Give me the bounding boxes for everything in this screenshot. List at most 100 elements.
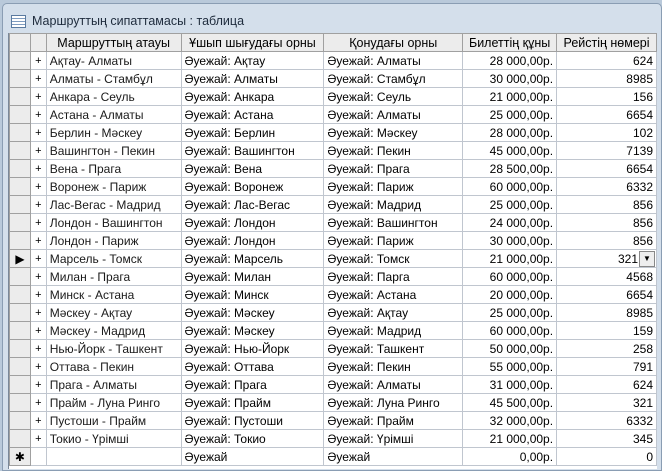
price-cell[interactable]: 30 000,00р. [462,69,558,88]
flight-number-cell[interactable]: 6654 [556,285,657,304]
expand-button[interactable]: + [29,303,47,322]
arrival-cell[interactable]: Әуежай: Париж [323,177,464,196]
arrival-cell[interactable]: Әуежай: Мадрид [323,321,464,340]
new-record-cell[interactable]: Әуежай [323,447,464,466]
route-name-cell[interactable]: Токио - Үрімші [45,429,182,448]
new-record-cell[interactable]: Әуежай [180,447,325,466]
table-row[interactable]: + Вена - Прага Әуежай: Вена Әуежай: Прага 28… [9,159,657,178]
price-cell[interactable]: 21 000,00р. [462,87,558,106]
flight-number-cell[interactable]: 159 [556,321,657,340]
departure-cell[interactable]: Әуежай: Лас-Вегас [180,195,325,214]
price-cell[interactable]: 30 000,00р. [462,231,558,250]
expand-button[interactable]: + [29,249,47,268]
price-cell[interactable]: 60 000,00р. [462,267,558,286]
new-record-row[interactable]: ✱ Әуежай Әуежай 0,00р. 0 [9,447,657,466]
row-selector[interactable] [9,411,31,430]
route-name-cell[interactable]: Вена - Прага [45,159,182,178]
price-cell[interactable]: 60 000,00р. [462,321,558,340]
price-cell[interactable]: 45 500,00р. [462,393,558,412]
flight-number-cell[interactable]: 8985 [556,303,657,322]
row-selector[interactable] [9,195,31,214]
expand-button[interactable]: + [29,123,47,142]
price-cell[interactable]: 21 000,00р. [462,249,558,268]
arrival-cell[interactable]: Әуежай: Пекин [323,357,464,376]
route-name-cell[interactable]: Алматы - Стамбұл [45,69,182,88]
price-cell[interactable]: 24 000,00р. [462,213,558,232]
flight-number-cell[interactable]: 856 [556,195,657,214]
expand-button[interactable]: + [29,105,47,124]
row-selector[interactable] [9,105,31,124]
column-header[interactable]: Маршруттың атауы [45,33,182,52]
table-row[interactable]: + Берлин - Мәскеу Әуежай: Берлин Әуежай: Мә… [9,123,657,142]
table-row[interactable]: + Анкара - Сеуль Әуежай: Анкара Әуежай: Сеу… [9,87,657,106]
row-selector[interactable] [9,177,31,196]
new-record-cell[interactable]: 0 [556,447,657,466]
flight-number-cell[interactable]: 624 [556,51,657,70]
expand-button[interactable]: + [29,267,47,286]
row-selector[interactable] [9,357,31,376]
expand-button[interactable]: + [29,429,47,448]
departure-cell[interactable]: Әуежай: Мәскеу [180,321,325,340]
table-row[interactable]: + Нью-Йорк - Ташкент Әуежай: Нью-Йорк Әуежа… [9,339,657,358]
departure-cell[interactable]: Әуежай: Мәскеу [180,303,325,322]
price-cell[interactable]: 28 000,00р. [462,51,558,70]
departure-cell[interactable]: Әуежай: Лондон [180,231,325,250]
arrival-cell[interactable]: Әуежай: Астана [323,285,464,304]
flight-number-cell[interactable]: 321 [556,393,657,412]
flight-number-cell[interactable]: 258 [556,339,657,358]
table-row[interactable]: + Мәскеу - Мадрид Әуежай: Мәскеу Әуежай: Ма… [9,321,657,340]
expand-button[interactable]: + [29,285,47,304]
row-selector[interactable] [9,393,31,412]
row-selector[interactable] [9,375,31,394]
row-selector[interactable] [9,69,31,88]
flight-number-cell[interactable]: 8985 [556,69,657,88]
departure-cell[interactable]: Әуежай: Ақтау [180,51,325,70]
departure-cell[interactable]: Әуежай: Милан [180,267,325,286]
expand-button[interactable]: + [29,231,47,250]
price-cell[interactable]: 20 000,00р. [462,285,558,304]
row-selector[interactable]: ✱ [9,447,31,466]
new-record-cell[interactable] [45,447,182,466]
table-row[interactable]: + Ақтау- Алматы Әуежай: Ақтау Әуежай: Алмат… [9,51,657,70]
table-row[interactable]: + Минск - Астана Әуежай: Минск Әуежай: Аста… [9,285,657,304]
departure-cell[interactable]: Әуежай: Берлин [180,123,325,142]
price-cell[interactable]: 25 000,00р. [462,195,558,214]
table-row[interactable]: + Токио - Үрімші Әуежай: Токио Әуежай: Үрім… [9,429,657,448]
arrival-cell[interactable]: Әуежай: Парга [323,267,464,286]
route-name-cell[interactable]: Пустоши - Прайм [45,411,182,430]
table-row[interactable]: + Мәскеу - Ақтау Әуежай: Мәскеу Әуежай: Ақт… [9,303,657,322]
route-name-cell[interactable]: Лас-Вегас - Мадрид [45,195,182,214]
departure-cell[interactable]: Әуежай: Марсель [180,249,325,268]
flight-number-cell[interactable]: 345 [556,429,657,448]
select-all-corner[interactable] [9,33,31,52]
table-row[interactable]: + Лас-Вегас - Мадрид Әуежай: Лас-Вегас Әуеж… [9,195,657,214]
price-cell[interactable]: 25 000,00р. [462,303,558,322]
route-name-cell[interactable]: Прайм - Луна Ринго [45,393,182,412]
departure-cell[interactable]: Әуежай: Токио [180,429,325,448]
arrival-cell[interactable]: Әуежай: Ақтау [323,303,464,322]
arrival-cell[interactable]: Әуежай: Алматы [323,51,464,70]
route-name-cell[interactable]: Прага - Алматы [45,375,182,394]
row-selector[interactable] [9,87,31,106]
expand-button[interactable]: + [29,339,47,358]
route-name-cell[interactable]: Мәскеу - Ақтау [45,303,182,322]
row-selector[interactable] [9,123,31,142]
expand-button[interactable]: + [29,159,47,178]
route-name-cell[interactable]: Лондон - Вашингтон [45,213,182,232]
table-row[interactable]: + Пустоши - Прайм Әуежай: Пустоши Әуежай: П… [9,411,657,430]
expand-button[interactable]: + [29,213,47,232]
departure-cell[interactable]: Әуежай: Алматы [180,69,325,88]
row-selector[interactable] [9,429,31,448]
route-name-cell[interactable]: Мәскеу - Мадрид [45,321,182,340]
table-row[interactable]: + Алматы - Стамбұл Әуежай: Алматы Әуежай: С… [9,69,657,88]
table-row[interactable]: + Милан - Прага Әуежай: Милан Әуежай: Парга… [9,267,657,286]
route-name-cell[interactable]: Лондон - Париж [45,231,182,250]
row-selector[interactable] [9,267,31,286]
flight-number-cell[interactable]: 102 [556,123,657,142]
price-cell[interactable]: 28 000,00р. [462,123,558,142]
table-row[interactable]: + Прага - Алматы Әуежай: Прага Әуежай: Алма… [9,375,657,394]
departure-cell[interactable]: Әуежай: Прайм [180,393,325,412]
row-selector[interactable]: ▶ [9,249,31,268]
departure-cell[interactable]: Әуежай: Анкара [180,87,325,106]
expand-button[interactable]: + [29,321,47,340]
